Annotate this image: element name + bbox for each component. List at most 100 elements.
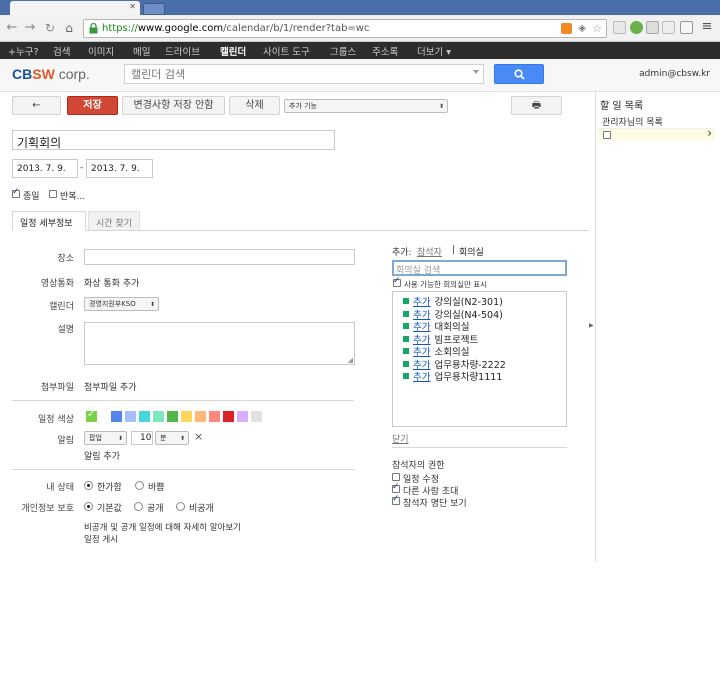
color-swatch[interactable]	[237, 411, 248, 422]
calendar-search-box[interactable]	[124, 64, 484, 84]
repeat-checkbox[interactable]	[49, 190, 57, 198]
available-rooms-checkbox[interactable]	[393, 276, 401, 287]
gbar-item-calendar[interactable]: 캘린더	[220, 44, 246, 58]
color-swatch[interactable]	[111, 411, 122, 422]
user-account[interactable]: admin@cbsw.kr	[639, 69, 710, 79]
date-separator: -	[80, 163, 84, 173]
end-date-input[interactable]: 2013. 7. 9.	[86, 159, 153, 178]
back-button[interactable]: ←	[12, 96, 61, 115]
permission-modify-checkbox[interactable]	[392, 473, 400, 481]
description-textarea[interactable]: ◢	[84, 322, 355, 365]
where-input[interactable]	[84, 249, 355, 265]
gbar-item-drive[interactable]: 드라이브	[165, 44, 200, 58]
gbar-item-plus[interactable]: +누구?	[8, 44, 38, 58]
room-search-input[interactable]: 회의실 검색	[392, 260, 567, 276]
permission-see-guests-checkbox[interactable]	[392, 494, 400, 505]
reload-icon[interactable]: ↻	[42, 20, 58, 36]
more-actions-select[interactable]: 추가 기능 ⬍	[284, 99, 448, 113]
status-busy-radio[interactable]	[135, 481, 144, 490]
search-options-chevron-icon[interactable]	[473, 70, 479, 74]
event-color-label: 일정 색상	[38, 415, 74, 425]
color-swatch[interactable]	[167, 411, 178, 422]
gbar-item-mail[interactable]: 메일	[133, 44, 150, 58]
gbar-item-groups[interactable]: 그룹스	[330, 44, 356, 58]
tasks-title: 할 일 목록	[600, 101, 644, 112]
privacy-public-radio[interactable]	[134, 502, 143, 511]
search-icon	[514, 69, 525, 80]
select-chevron-icon: ⬍	[438, 103, 444, 110]
tab-close-icon[interactable]: ✕	[129, 2, 136, 11]
remove-reminder-icon[interactable]: ×	[194, 430, 203, 443]
delete-button[interactable]: 삭제	[229, 96, 280, 115]
start-date-input[interactable]: 2013. 7. 9.	[12, 159, 78, 178]
color-swatch[interactable]	[153, 411, 164, 422]
print-button[interactable]: 🖶	[511, 96, 562, 115]
color-swatch[interactable]: ✓	[86, 409, 97, 422]
reminder-number-input[interactable]: 10	[131, 431, 153, 445]
bookmark-star-icon[interactable]: ☆	[592, 22, 602, 35]
back-arrow-icon[interactable]: ←	[4, 20, 20, 36]
extension-window-icon[interactable]	[662, 21, 675, 34]
color-swatch[interactable]	[139, 411, 150, 422]
address-bar[interactable]: https://www.google.com/calendar/b/1/rend…	[83, 19, 607, 38]
color-swatch[interactable]	[251, 411, 262, 422]
section-divider	[12, 469, 354, 470]
browser-tab[interactable]: ✕	[10, 1, 140, 15]
status-free-radio[interactable]	[84, 481, 93, 490]
color-swatch[interactable]	[125, 411, 136, 422]
tab-rooms[interactable]: 회의실	[459, 245, 484, 258]
reminder-type-select[interactable]: 팝업 ⬍	[84, 431, 127, 445]
rss-icon[interactable]	[561, 23, 572, 34]
event-title-input[interactable]: 기획회의	[12, 130, 335, 150]
page-action-icon[interactable]: ◈	[578, 23, 586, 34]
publish-event-link[interactable]: 일정 게시	[84, 533, 118, 545]
gbar-item-sites[interactable]: 사이트 도구	[263, 44, 310, 58]
gbar-item-search[interactable]: 검색	[53, 44, 70, 58]
tab-find-time[interactable]: 시간 찾기	[88, 211, 140, 231]
add-video-call-link[interactable]: 화상 통화 추가	[84, 276, 139, 289]
discard-changes-button[interactable]: 변경사항 저장 안함	[122, 96, 225, 115]
gbar-item-more[interactable]: 더보기 ▾	[417, 44, 451, 58]
forward-arrow-icon[interactable]: →	[22, 20, 38, 36]
color-swatch[interactable]	[181, 411, 192, 422]
color-swatch[interactable]	[195, 411, 206, 422]
collapse-panel-chevron-icon[interactable]: ▶	[589, 322, 594, 329]
search-button[interactable]	[494, 64, 544, 84]
tasks-list-name[interactable]: 관리자님의 목록	[602, 115, 663, 128]
color-swatch[interactable]	[223, 411, 234, 422]
permission-invite-checkbox[interactable]	[392, 482, 400, 493]
extension-box-icon[interactable]	[646, 21, 659, 34]
extension-frame-icon[interactable]	[680, 21, 693, 34]
close-rooms-link[interactable]: 닫기	[392, 432, 409, 445]
extension-globe-icon[interactable]	[630, 21, 643, 34]
gbar-item-images[interactable]: 이미지	[88, 44, 114, 58]
save-button[interactable]: 저장	[67, 96, 118, 115]
color-swatch[interactable]	[209, 411, 220, 422]
privacy-private-radio[interactable]	[176, 502, 185, 511]
task-row[interactable]: ›	[598, 126, 715, 141]
task-open-chevron-icon[interactable]: ›	[707, 126, 712, 140]
all-day-checkbox[interactable]	[12, 187, 20, 198]
new-tab-button[interactable]	[143, 3, 165, 15]
room-available-icon	[403, 373, 409, 379]
home-icon[interactable]: ⌂	[61, 20, 77, 36]
add-attachment-link[interactable]: 첨부파일 추가	[84, 380, 137, 393]
calendar-select[interactable]: 경영지원부KSO ⬍	[84, 297, 159, 311]
resize-handle-icon[interactable]: ◢	[348, 356, 353, 364]
attachment-label: 첨부파일	[40, 383, 74, 393]
task-checkbox[interactable]	[603, 131, 611, 139]
video-call-label: 영상통화	[40, 279, 74, 289]
gbar-item-contacts[interactable]: 주소록	[372, 44, 398, 58]
privacy-default-radio[interactable]	[84, 502, 93, 511]
all-day-label: 종일	[23, 192, 40, 202]
tab-guests[interactable]: 참석자	[417, 245, 442, 258]
add-reminder-link[interactable]: 알림 추가	[84, 449, 120, 462]
privacy-learn-more-link[interactable]: 비공개 및 공개 일정에 대해 자세히 알아보기	[84, 521, 241, 533]
add-room-link[interactable]: 추가	[413, 372, 430, 383]
menu-icon[interactable]: ≡	[699, 19, 715, 35]
extension-icon[interactable]	[613, 21, 626, 34]
reminder-unit-select[interactable]: 분 ⬍	[155, 431, 189, 445]
tasks-panel: 할 일 목록 관리자님의 목록 ›	[595, 92, 720, 562]
calendar-search-input[interactable]	[125, 65, 455, 83]
tab-event-details[interactable]: 일정 세부정보	[12, 211, 86, 231]
